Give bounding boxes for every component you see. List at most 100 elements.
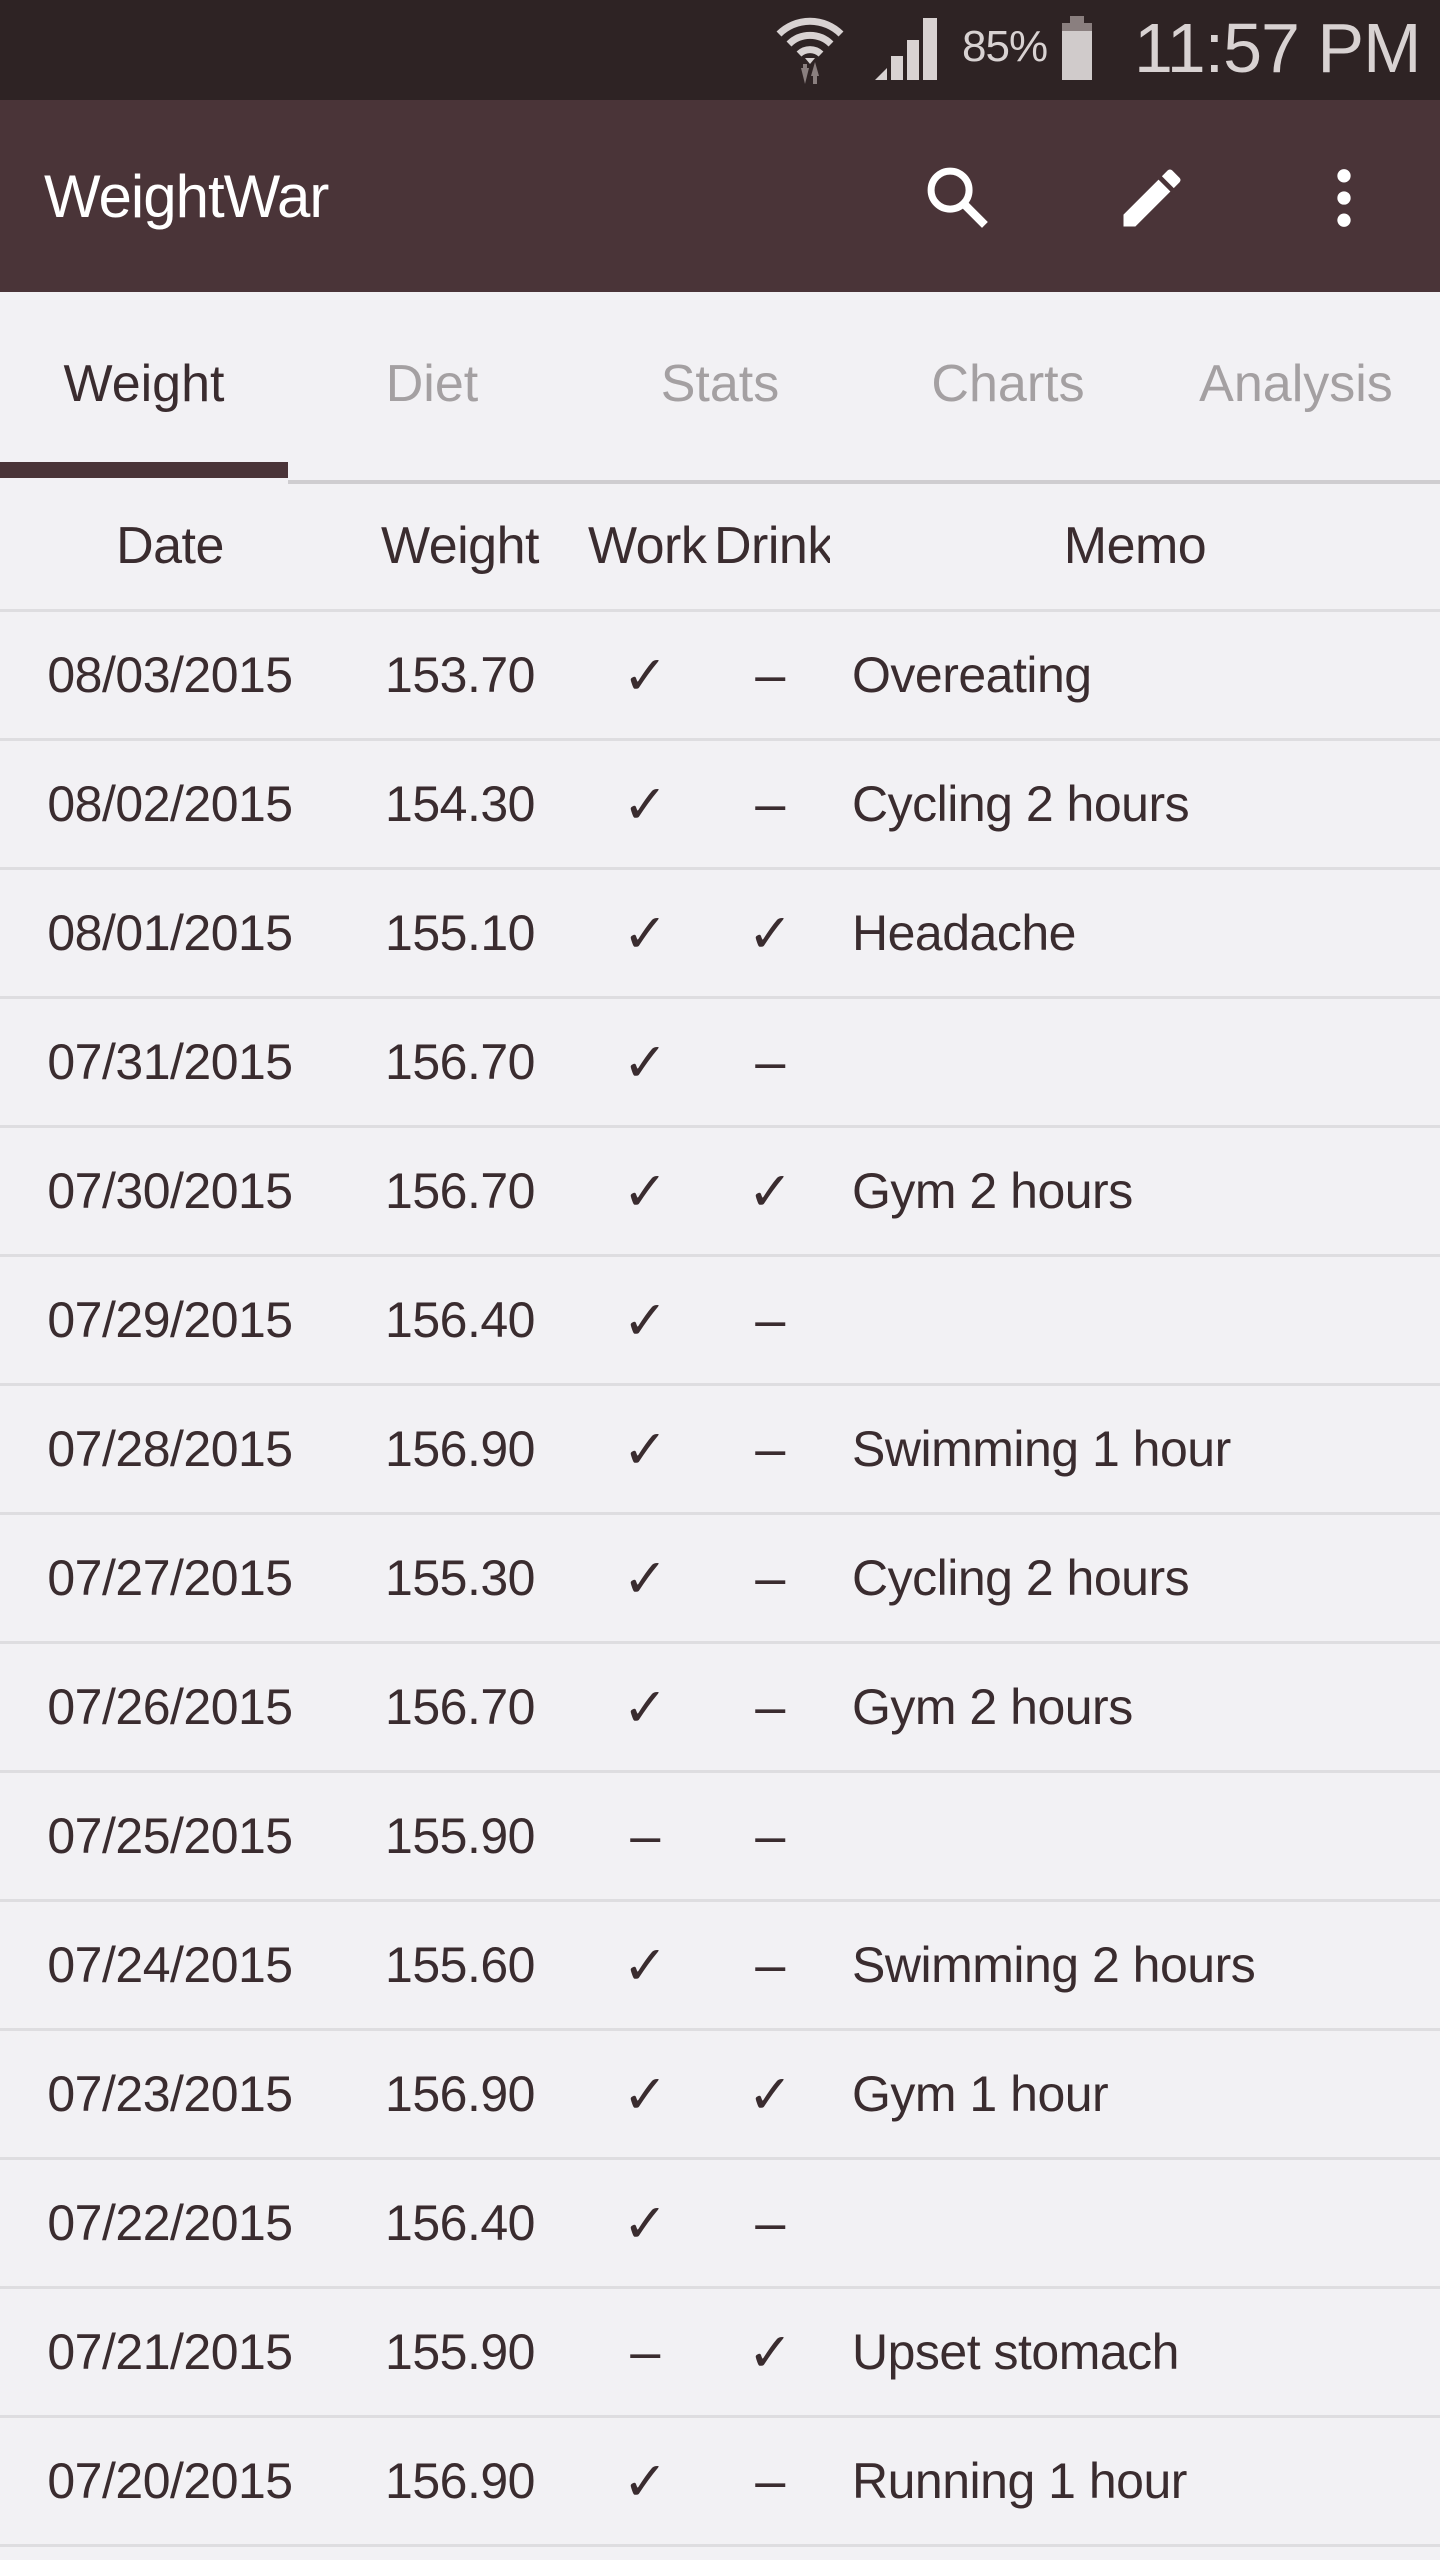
tab-analysis[interactable]: Analysis bbox=[1199, 354, 1393, 414]
table-row[interactable]: 07/22/2015 156.40 ✓ – bbox=[0, 2160, 1440, 2289]
dash-icon: – bbox=[630, 1806, 660, 1866]
dash-icon: – bbox=[755, 1290, 785, 1350]
memo-cell: Upset stomach bbox=[852, 2324, 1179, 2380]
check-icon: ✓ bbox=[622, 1161, 668, 1222]
table-row[interactable]: 07/20/2015 156.90 ✓ – Running 1 hour bbox=[0, 2418, 1440, 2547]
tab-weight[interactable]: Weight bbox=[64, 354, 225, 414]
weight-cell: 156.90 bbox=[385, 1421, 535, 1477]
table-row[interactable]: 07/23/2015 156.90 ✓ ✓ Gym 1 hour bbox=[0, 2031, 1440, 2160]
dash-icon: – bbox=[755, 645, 785, 705]
check-icon: ✓ bbox=[622, 1032, 668, 1093]
memo-cell bbox=[852, 1257, 1440, 1383]
more-vert-icon bbox=[1337, 169, 1351, 227]
tab-charts[interactable]: Charts bbox=[931, 354, 1084, 414]
weight-cell: 155.90 bbox=[385, 2324, 535, 2380]
edit-button[interactable] bbox=[1104, 150, 1200, 246]
search-icon bbox=[927, 167, 988, 228]
weight-cell: 156.70 bbox=[385, 1163, 535, 1219]
weight-cell: 156.70 bbox=[385, 1034, 535, 1090]
table-row[interactable]: 07/30/2015 156.70 ✓ ✓ Gym 2 hours bbox=[0, 1128, 1440, 1257]
column-header-drink[interactable]: Drink bbox=[714, 482, 830, 609]
memo-cell: Running 1 hour bbox=[852, 2453, 1187, 2509]
table-row[interactable]: 07/26/2015 156.70 ✓ – Gym 2 hours bbox=[0, 1644, 1440, 1773]
memo-cell bbox=[852, 1773, 1440, 1899]
date-cell: 08/03/2015 bbox=[47, 647, 293, 703]
check-icon: ✓ bbox=[622, 1548, 668, 1609]
memo-cell bbox=[852, 2160, 1440, 2286]
date-cell: 07/21/2015 bbox=[47, 2324, 293, 2380]
weight-cell: 153.70 bbox=[385, 647, 535, 703]
dash-icon: – bbox=[630, 2322, 660, 2382]
check-icon: ✓ bbox=[622, 774, 668, 835]
memo-cell bbox=[852, 999, 1440, 1125]
check-icon: ✓ bbox=[622, 1290, 668, 1351]
table-row[interactable]: 07/27/2015 155.30 ✓ – Cycling 2 hours bbox=[0, 1515, 1440, 1644]
weight-cell: 155.10 bbox=[385, 905, 535, 961]
active-tab-indicator bbox=[0, 462, 288, 478]
date-cell: 08/02/2015 bbox=[47, 776, 293, 832]
date-cell: 07/26/2015 bbox=[47, 1679, 293, 1735]
tab-stats[interactable]: Stats bbox=[661, 354, 780, 414]
weight-cell: 156.40 bbox=[385, 2195, 535, 2251]
check-icon: ✓ bbox=[622, 2064, 668, 2125]
date-cell: 08/01/2015 bbox=[47, 905, 293, 961]
check-icon: ✓ bbox=[622, 1935, 668, 1996]
memo-cell: Gym 2 hours bbox=[852, 1679, 1133, 1735]
memo-cell: Overeating bbox=[852, 647, 1092, 703]
table-row[interactable]: 07/25/2015 155.90 – – bbox=[0, 1773, 1440, 1902]
column-header-work[interactable]: Work bbox=[588, 482, 714, 609]
weight-cell: 155.90 bbox=[385, 1808, 535, 1864]
column-header-date[interactable]: Date bbox=[0, 482, 340, 609]
app-title: WeightWar bbox=[44, 163, 329, 230]
date-cell: 07/20/2015 bbox=[47, 2453, 293, 2509]
memo-cell: Swimming 2 hours bbox=[852, 1937, 1256, 1993]
date-cell: 07/30/2015 bbox=[47, 1163, 293, 1219]
date-cell: 07/31/2015 bbox=[47, 1034, 293, 1090]
tab-bar: Weight Diet Stats Charts Analysis bbox=[0, 292, 1440, 484]
search-button[interactable] bbox=[910, 150, 1006, 246]
table-row[interactable]: 08/02/2015 154.30 ✓ – Cycling 2 hours bbox=[0, 741, 1440, 870]
dash-icon: – bbox=[755, 1419, 785, 1479]
weight-cell: 156.40 bbox=[385, 1292, 535, 1348]
check-icon: ✓ bbox=[622, 2451, 668, 2512]
cell-signal-icon bbox=[875, 18, 937, 80]
table-row[interactable]: 07/24/2015 155.60 ✓ – Swimming 2 hours bbox=[0, 1902, 1440, 2031]
dash-icon: – bbox=[755, 1677, 785, 1737]
date-cell: 07/28/2015 bbox=[47, 1421, 293, 1477]
column-header-weight[interactable]: Weight bbox=[340, 482, 580, 609]
memo-cell: Gym 1 hour bbox=[852, 2066, 1109, 2122]
memo-cell: Cycling 2 hours bbox=[852, 1550, 1190, 1606]
table-row[interactable]: 08/01/2015 155.10 ✓ ✓ Headache bbox=[0, 870, 1440, 999]
status-bar: 85% 11:57 PM bbox=[0, 0, 1440, 100]
check-icon: ✓ bbox=[747, 1161, 793, 1222]
table-row[interactable]: 07/21/2015 155.90 – ✓ Upset stomach bbox=[0, 2289, 1440, 2418]
table-row[interactable]: 07/28/2015 156.90 ✓ – Swimming 1 hour bbox=[0, 1386, 1440, 1515]
dash-icon: – bbox=[755, 1548, 785, 1608]
battery-icon bbox=[1062, 16, 1092, 80]
app-bar: WeightWar bbox=[0, 100, 1440, 292]
clock: 11:57 PM bbox=[1134, 9, 1421, 87]
dash-icon: – bbox=[755, 1032, 785, 1092]
date-cell: 07/24/2015 bbox=[47, 1937, 293, 1993]
check-icon: ✓ bbox=[622, 2193, 668, 2254]
memo-cell: Swimming 1 hour bbox=[852, 1421, 1231, 1477]
date-cell: 07/27/2015 bbox=[47, 1550, 293, 1606]
dash-icon: – bbox=[755, 1935, 785, 1995]
weight-cell: 156.90 bbox=[385, 2453, 535, 2509]
memo-cell: Gym 2 hours bbox=[852, 1163, 1133, 1219]
battery-percent: 85% bbox=[962, 22, 1048, 71]
wifi-data-icon bbox=[776, 17, 844, 84]
table-row[interactable]: 08/03/2015 153.70 ✓ – Overeating bbox=[0, 612, 1440, 741]
check-icon: ✓ bbox=[622, 903, 668, 964]
weight-table: Date Weight Work Drink Memo 08/03/2015 15… bbox=[0, 482, 1440, 2547]
check-icon: ✓ bbox=[747, 2064, 793, 2125]
check-icon: ✓ bbox=[747, 2322, 793, 2383]
table-header: Date Weight Work Drink Memo bbox=[0, 482, 1440, 612]
tab-diet[interactable]: Diet bbox=[386, 354, 478, 414]
column-header-memo[interactable]: Memo bbox=[830, 482, 1440, 609]
weight-cell: 154.30 bbox=[385, 776, 535, 832]
table-row[interactable]: 07/29/2015 156.40 ✓ – bbox=[0, 1257, 1440, 1386]
more-options-button[interactable] bbox=[1296, 150, 1392, 246]
table-row[interactable]: 07/31/2015 156.70 ✓ – bbox=[0, 999, 1440, 1128]
date-cell: 07/25/2015 bbox=[47, 1808, 293, 1864]
